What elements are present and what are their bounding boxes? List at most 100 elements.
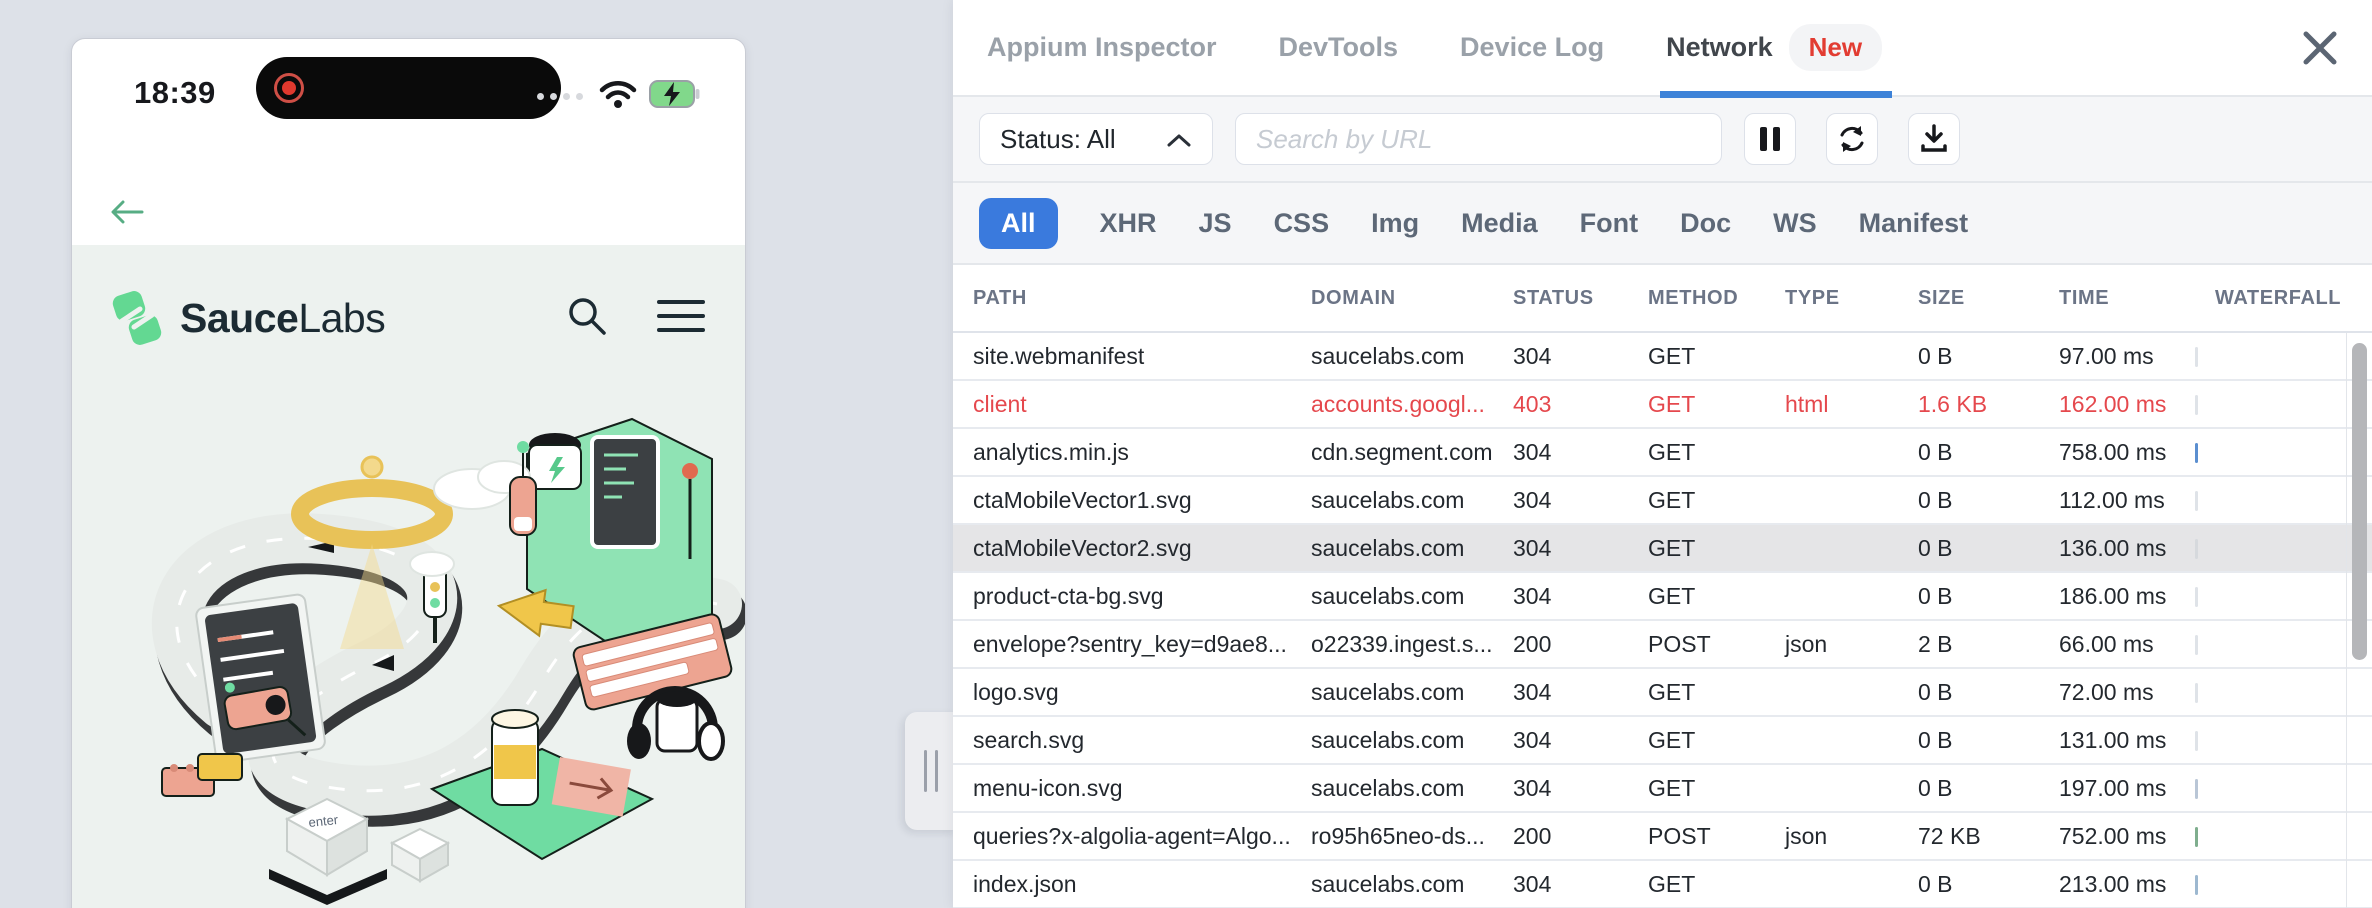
refresh-icon xyxy=(1837,124,1867,154)
device-status-bar: 18:39 xyxy=(72,39,745,157)
cell-method: GET xyxy=(1628,487,1765,514)
tab-devtools[interactable]: DevTools xyxy=(1279,0,1399,96)
filter-chip[interactable]: Media xyxy=(1461,198,1538,249)
table-row[interactable]: product-cta-bg.svg saucelabs.com 304 GET… xyxy=(953,573,2372,621)
col-path: PATH xyxy=(953,287,1291,310)
table-row[interactable]: client accounts.googl... 403 GET html 1.… xyxy=(953,381,2372,429)
refresh-button[interactable] xyxy=(1826,113,1878,165)
col-time: TIME xyxy=(2039,287,2195,310)
filter-chip[interactable]: XHR xyxy=(1100,198,1157,249)
svg-text:enter: enter xyxy=(308,812,340,830)
table-row[interactable]: menu-icon.svg saucelabs.com 304 GET 0 B … xyxy=(953,765,2372,813)
cell-time: 97.00 ms xyxy=(2039,343,2195,370)
tab-network[interactable]: Network New xyxy=(1666,0,1882,96)
cell-status: 304 xyxy=(1493,871,1628,898)
cell-size: 0 B xyxy=(1898,439,2039,466)
tab-appium-inspector[interactable]: Appium Inspector xyxy=(987,0,1217,96)
table-row[interactable]: logo.svg saucelabs.com 304 GET 0 B 72.00… xyxy=(953,669,2372,717)
filter-chip[interactable]: All xyxy=(979,198,1058,249)
close-icon[interactable] xyxy=(2296,24,2344,72)
waterfall-bar xyxy=(2195,539,2198,559)
cell-size: 0 B xyxy=(1898,775,2039,802)
wifi-icon xyxy=(599,79,637,114)
waterfall-bar xyxy=(2195,587,2198,607)
cell-domain: accounts.googl... xyxy=(1291,391,1493,418)
cell-path: ctaMobileVector1.svg xyxy=(953,487,1291,514)
cell-domain: saucelabs.com xyxy=(1291,343,1493,370)
cell-time: 162.00 ms xyxy=(2039,391,2195,418)
hamburger-menu-icon[interactable] xyxy=(657,298,705,339)
filter-chip[interactable]: CSS xyxy=(1274,198,1330,249)
cell-method: GET xyxy=(1628,727,1765,754)
table-scrollbar[interactable] xyxy=(2352,343,2367,660)
table-header: PATH DOMAIN STATUS METHOD TYPE SIZE TIME… xyxy=(953,265,2372,333)
filter-chip[interactable]: Img xyxy=(1371,198,1419,249)
download-button[interactable] xyxy=(1908,113,1960,165)
search-icon[interactable] xyxy=(565,294,609,343)
cell-domain: saucelabs.com xyxy=(1291,583,1493,610)
cell-size: 72 KB xyxy=(1898,823,2039,850)
cell-time: 752.00 ms xyxy=(2039,823,2195,850)
cell-time: 131.00 ms xyxy=(2039,727,2195,754)
cell-domain: ro95h65neo-ds... xyxy=(1291,823,1493,850)
search-url-input[interactable] xyxy=(1235,113,1722,165)
cell-time: 197.00 ms xyxy=(2039,775,2195,802)
cell-domain: saucelabs.com xyxy=(1291,679,1493,706)
cell-path: analytics.min.js xyxy=(953,439,1291,466)
table-row[interactable]: ctaMobileVector1.svg saucelabs.com 304 G… xyxy=(953,477,2372,525)
filter-chip[interactable]: WS xyxy=(1773,198,1817,249)
cell-status: 304 xyxy=(1493,583,1628,610)
cell-status: 304 xyxy=(1493,343,1628,370)
table-row[interactable]: site.webmanifest saucelabs.com 304 GET 0… xyxy=(953,333,2372,381)
table-row[interactable]: search.svg saucelabs.com 304 GET 0 B 131… xyxy=(953,717,2372,765)
filter-chip[interactable]: Font xyxy=(1580,198,1638,249)
network-toolbar: Status: All xyxy=(953,97,2372,183)
saucelabs-wordmark: SauceLabs xyxy=(180,295,385,342)
resource-type-filters: All XHR JS CSS Img Media Font Doc WS Manifest xyxy=(953,183,2372,265)
table-row[interactable]: analytics.min.js cdn.segment.com 304 GET… xyxy=(953,429,2372,477)
waterfall-divider xyxy=(2346,333,2347,908)
cell-size: 1.6 KB xyxy=(1898,391,2039,418)
status-filter-dropdown[interactable]: Status: All xyxy=(979,113,1213,165)
cell-path: envelope?sentry_key=d9ae8... xyxy=(953,631,1291,658)
dynamic-island xyxy=(256,57,561,119)
col-method: METHOD xyxy=(1628,287,1765,310)
pause-icon xyxy=(1758,125,1782,153)
cell-method: GET xyxy=(1628,439,1765,466)
filter-chip[interactable]: JS xyxy=(1199,198,1232,249)
cell-path: search.svg xyxy=(953,727,1291,754)
cell-path: menu-icon.svg xyxy=(953,775,1291,802)
saucelabs-logo[interactable]: SauceLabs xyxy=(106,287,385,349)
tab-device-log[interactable]: Device Log xyxy=(1460,0,1604,96)
panel-resize-handle[interactable] xyxy=(905,712,957,830)
network-inspector-panel: Appium Inspector DevTools Device Log Net… xyxy=(953,0,2372,908)
col-type: TYPE xyxy=(1765,287,1898,310)
pause-button[interactable] xyxy=(1744,113,1796,165)
cell-method: GET xyxy=(1628,343,1765,370)
cell-size: 0 B xyxy=(1898,535,2039,562)
cell-method: POST xyxy=(1628,631,1765,658)
waterfall-bar xyxy=(2195,443,2198,463)
table-row[interactable]: index.json saucelabs.com 304 GET 0 B 213… xyxy=(953,861,2372,908)
table-row[interactable]: queries?x-algolia-agent=Algo... ro95h65n… xyxy=(953,813,2372,861)
waterfall-bar xyxy=(2195,875,2198,895)
cell-domain: saucelabs.com xyxy=(1291,535,1493,562)
back-arrow-icon[interactable] xyxy=(108,214,146,231)
col-status: STATUS xyxy=(1493,287,1628,310)
cell-status: 304 xyxy=(1493,439,1628,466)
device-clock: 18:39 xyxy=(134,75,216,111)
chevron-up-icon xyxy=(1166,124,1192,155)
cell-status: 304 xyxy=(1493,727,1628,754)
cell-type: html xyxy=(1765,391,1898,418)
cell-status: 304 xyxy=(1493,487,1628,514)
cell-method: GET xyxy=(1628,871,1765,898)
table-row[interactable]: ctaMobileVector2.svg saucelabs.com 304 G… xyxy=(953,525,2372,573)
filter-chip[interactable]: Doc xyxy=(1680,198,1731,249)
waterfall-bar xyxy=(2195,683,2198,703)
waterfall-bar xyxy=(2195,827,2198,847)
table-row[interactable]: envelope?sentry_key=d9ae8... o22339.inge… xyxy=(953,621,2372,669)
col-size: SIZE xyxy=(1898,287,2039,310)
cell-path: index.json xyxy=(953,871,1291,898)
filter-chip[interactable]: Manifest xyxy=(1859,198,1969,249)
device-screen[interactable]: 18:39 xyxy=(71,38,746,908)
